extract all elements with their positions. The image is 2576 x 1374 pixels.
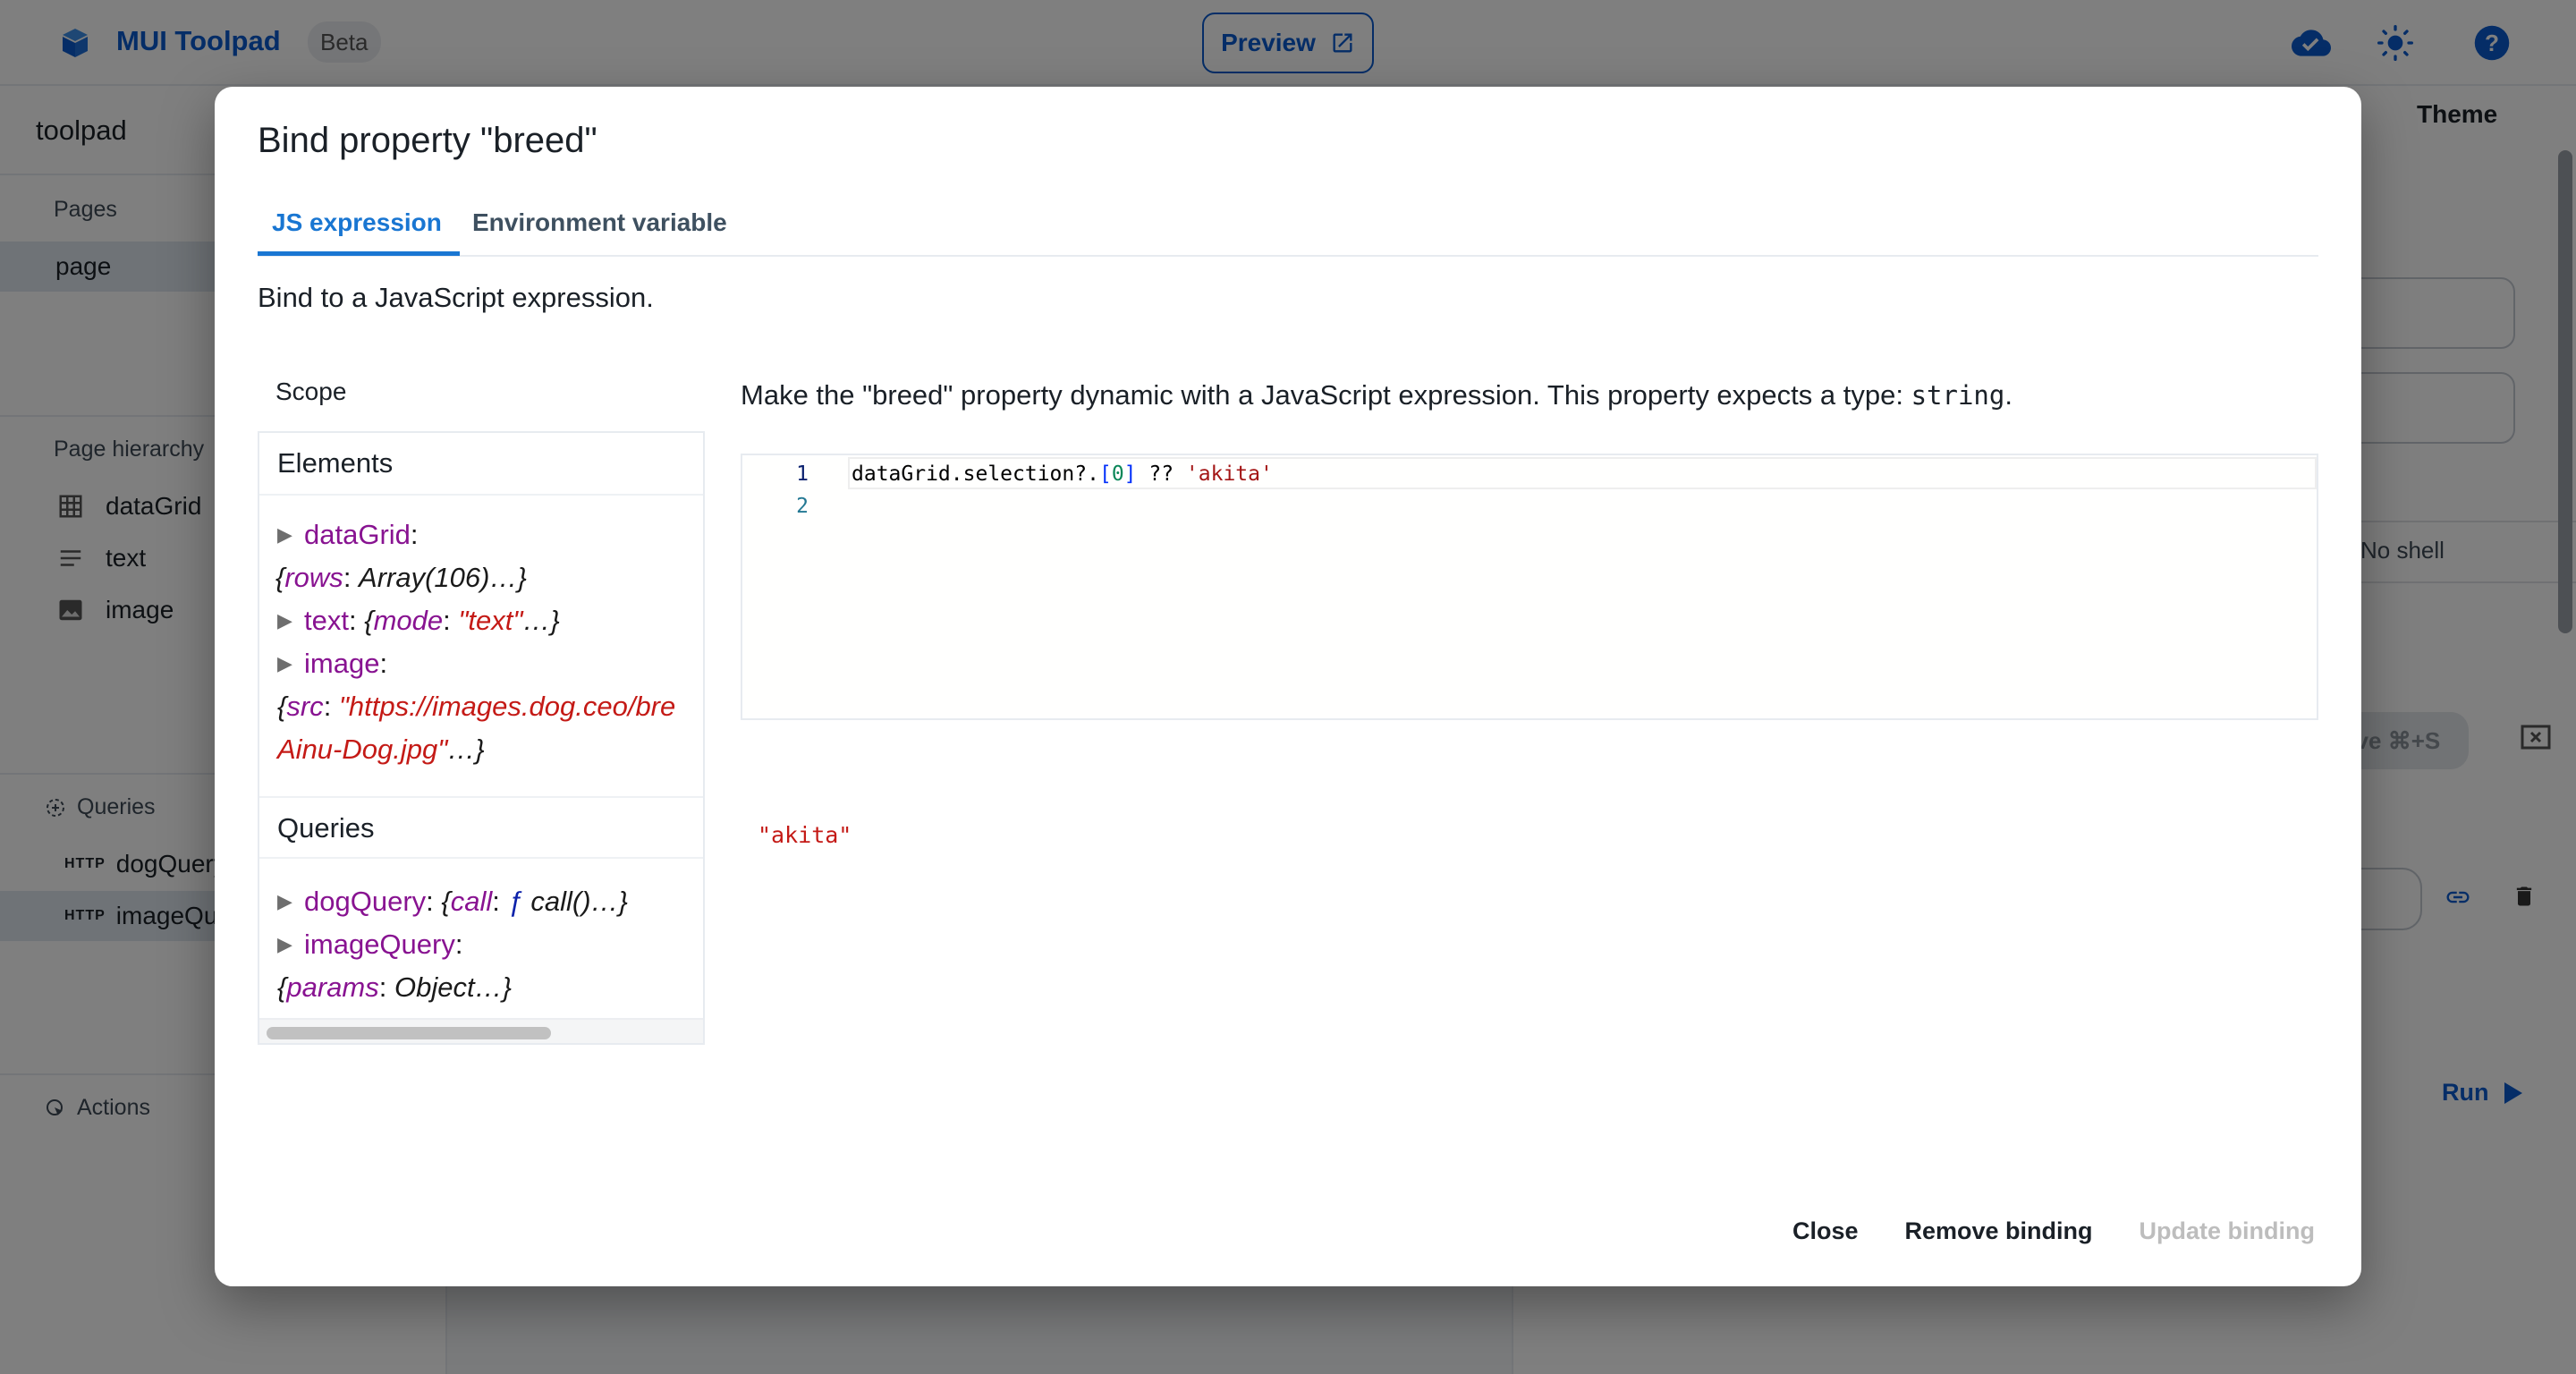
node-preview: {params: Object…} [277,966,703,1009]
expand-arrow-icon[interactable]: ▶ [277,513,297,556]
code-number: 0 [1111,462,1124,486]
code-line[interactable]: dataGrid.selection?.[0] ?? 'akita' [852,457,1273,491]
update-binding-button[interactable]: Update binding [2125,1205,2329,1258]
preview-value: Object [394,971,475,1003]
dialog-actions: Close Remove binding Update binding [1778,1205,2329,1258]
line-number: 2 [796,495,809,518]
node-key: imageQuery [304,929,455,960]
bind-property-dialog: Bind property "breed" JS expression Envi… [215,87,2361,1286]
preview-key: params [286,971,379,1003]
line-number: 1 [796,462,809,486]
code-string: 'akita' [1185,462,1273,486]
scrollbar-thumb[interactable] [267,1027,551,1039]
active-tab-indicator [258,251,460,256]
tree-node-image[interactable]: ▶ image: [277,642,703,685]
scope-horizontal-scrollbar[interactable] [259,1018,703,1043]
preview-value: Ainu-Dog.jpg" [277,734,448,765]
preview-key: rows [284,562,343,593]
tree-node-datagrid[interactable]: ▶ dataGrid: [277,513,703,556]
preview-value: "https://images.dog.ceo/bre [338,691,676,722]
expand-arrow-icon[interactable]: ▶ [277,880,297,923]
expected-type: string [1911,380,2005,411]
preview-value: call() [530,886,591,917]
code-bracket: ] [1123,462,1137,486]
preview-key: src [286,691,324,722]
hint-suffix: . [2004,379,2012,411]
expression-result: "akita" [758,822,852,848]
node-preview: {rows: Array(106)…} [275,556,703,599]
dialog-description: Bind to a JavaScript expression. [258,282,654,313]
binding-hint: Make the "breed" property dynamic with a… [741,379,2012,411]
close-button[interactable]: Close [1778,1205,1873,1258]
node-key: image [304,648,380,679]
hint-text: Make the "breed" property dynamic with a… [741,379,1911,411]
preview-value: "text" [458,605,523,636]
node-key: dogQuery [304,886,427,917]
scope-explorer[interactable]: Elements ▶ dataGrid: {rows: Array(106)…}… [258,431,705,1045]
function-symbol: ƒ [507,886,523,917]
node-key: text [304,605,349,636]
node-preview: Ainu-Dog.jpg"…} [277,728,703,771]
tree-node-imagequery[interactable]: ▶ imageQuery: [277,923,703,966]
code-identifier: dataGrid.selection?. [852,462,1099,486]
code-operator: ?? [1136,462,1186,486]
queries-tree: ▶ dogQuery: {call: ƒ call()…} ▶ imageQue… [277,880,703,1009]
expand-arrow-icon[interactable]: ▶ [277,923,297,966]
elements-tree: ▶ dataGrid: {rows: Array(106)…} ▶ text: … [275,513,703,771]
js-expression-editor[interactable]: 1 2 dataGrid.selection?.[0] ?? 'akita' [741,454,2318,720]
expand-arrow-icon[interactable]: ▶ [277,599,297,642]
tree-node-dogquery[interactable]: ▶ dogQuery: {call: ƒ call()…} [277,880,703,923]
expand-arrow-icon[interactable]: ▶ [277,642,297,685]
tab-environment-variable[interactable]: Environment variable [472,208,727,237]
tree-node-text[interactable]: ▶ text: {mode: "text"…} [277,599,703,642]
preview-key: call [450,886,493,917]
binding-tabs: JS expression Environment variable [258,201,2318,257]
node-preview: {src: "https://images.dog.ceo/bre [277,685,703,728]
node-key: dataGrid [304,519,411,550]
scope-label: Scope [275,377,347,405]
queries-section-header: Queries [259,796,703,859]
preview-key: mode [373,605,444,636]
dialog-title: Bind property "breed" [258,121,597,160]
code-bracket: [ [1098,462,1112,486]
remove-binding-button[interactable]: Remove binding [1891,1205,2107,1258]
preview-value: Array(106) [359,562,490,593]
tab-js-expression[interactable]: JS expression [272,208,442,237]
elements-header: Elements [259,433,703,496]
